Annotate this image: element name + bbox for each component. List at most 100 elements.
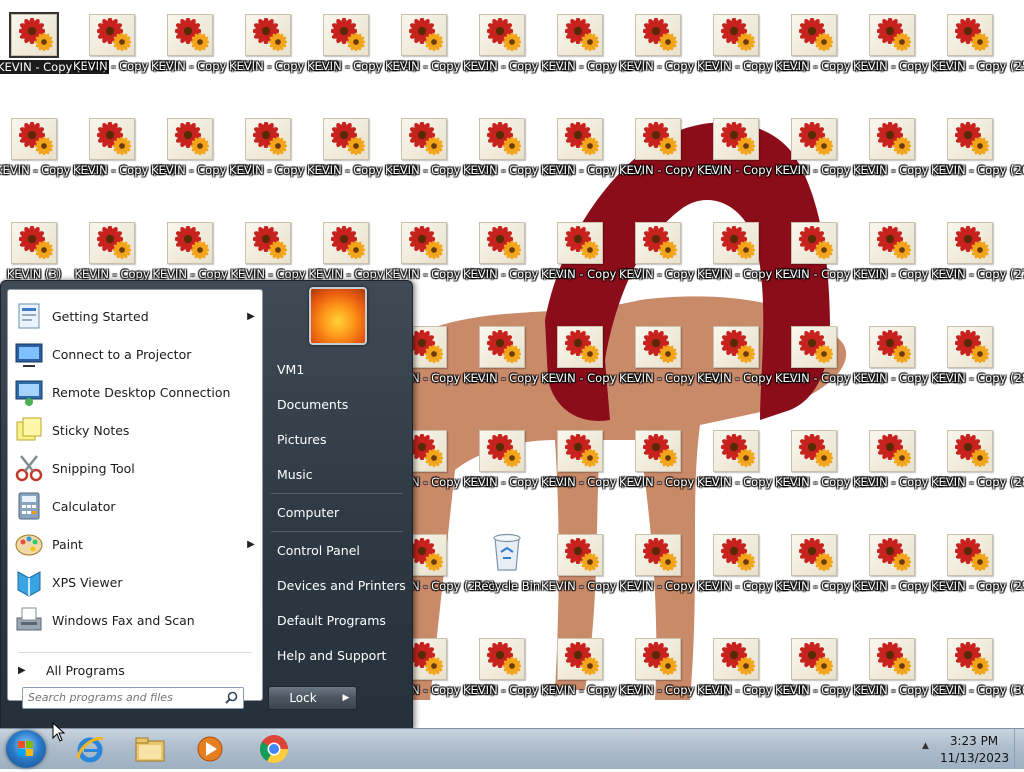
desktop-icon[interactable]: KEVIN - Copy (304) xyxy=(0,12,109,110)
desktop-icon[interactable]: KEVIN - Copy (168) xyxy=(775,118,885,214)
start-menu-link[interactable]: Help and Support xyxy=(268,642,413,670)
submenu-arrow-icon[interactable]: ▶ xyxy=(244,539,258,550)
show-hidden-icons-button[interactable]: ▲ xyxy=(922,741,929,751)
desktop-icon[interactable]: KEVIN - Copy (280) xyxy=(931,326,1024,422)
taskbar-file-explorer[interactable] xyxy=(124,731,176,767)
desktop-icon[interactable]: KEVIN - Copy (294) xyxy=(931,534,1024,630)
desktop-icon[interactable]: KEVIN - Copy (223) xyxy=(385,14,495,110)
desktop-icon[interactable]: KEVIN - Copy (175) xyxy=(775,222,885,318)
desktop-icon[interactable]: KEVIN - Copy (154) xyxy=(697,638,807,728)
start-menu-link[interactable]: VM1 xyxy=(268,356,413,384)
desktop-icon[interactable]: KEVIN - Copy (14) xyxy=(541,14,644,110)
submenu-arrow-icon[interactable]: ▶ xyxy=(244,311,258,322)
desktop-icon[interactable]: KEVIN - Copy (147) xyxy=(697,534,807,630)
desktop-icon[interactable]: KEVIN - Copy (133) xyxy=(697,326,807,422)
paint-palette-icon xyxy=(12,527,46,561)
desktop-icon[interactable]: KEVIN - Copy (259) xyxy=(931,14,1024,110)
desktop-icon[interactable]: KEVIN - Copy (273) xyxy=(931,222,1024,318)
taskbar-chrome[interactable] xyxy=(248,731,300,767)
start-menu-program[interactable]: Sticky Notes xyxy=(12,412,258,448)
desktop-icon[interactable]: KEVIN - Copy (34) xyxy=(73,118,176,214)
desktop-icon[interactable]: KEVIN - Copy (287) xyxy=(931,430,1024,526)
desktop-icon[interactable]: KEVIN - Copy (70) xyxy=(619,118,722,214)
desktop-icon[interactable]: KEVIN - Copy (210) xyxy=(853,14,963,110)
desktop-icon[interactable]: KEVIN - Copy (27) xyxy=(73,14,176,110)
remote-desktop-icon xyxy=(12,375,46,409)
sticky-notes-icon xyxy=(12,413,46,447)
clock-time[interactable]: 3:23 PM xyxy=(944,734,1004,748)
start-menu-program[interactable]: Paint ▶ xyxy=(12,526,258,562)
desktop-icon[interactable]: KEVIN - Copy (84) xyxy=(619,326,722,422)
desktop-icon[interactable]: KEVIN - Copy (98) xyxy=(619,534,722,630)
all-programs-button[interactable]: ▶ All Programs xyxy=(18,658,254,682)
desktop-icon[interactable]: KEVIN - Copy (126) xyxy=(697,222,807,318)
desktop-icon[interactable]: KEVIN - Copy (77) xyxy=(619,222,722,318)
desktop-icon[interactable]: KEVIN - Copy (56) xyxy=(541,638,644,728)
desktop-icon[interactable]: KEVIN - Copy (182) xyxy=(775,326,885,422)
search-input[interactable] xyxy=(28,690,213,705)
start-menu-program[interactable]: XPS Viewer xyxy=(12,564,258,600)
desktop-icon[interactable]: KEVIN - Copy (140) xyxy=(697,430,807,526)
desktop-icon[interactable]: KEVIN - Copy (272) xyxy=(463,14,573,110)
desktop-icon[interactable]: KEVIN - Copy (293) xyxy=(463,326,573,422)
desktop-icon[interactable]: KEVIN - Copy (224) xyxy=(853,222,963,318)
desktop-icon[interactable]: KEVIN - Copy (28) xyxy=(541,222,644,318)
recycle-bin[interactable]: Recycle Bin xyxy=(467,528,547,598)
start-menu-link[interactable]: Documents xyxy=(268,391,413,419)
desktop-icon[interactable]: KEVIN - Copy (181) xyxy=(307,118,417,214)
desktop-icon[interactable]: KEVIN - Copy (189) xyxy=(775,430,885,526)
taskbar-media-player[interactable] xyxy=(184,731,236,767)
desktop-icon[interactable]: KEVIN - Copy (119) xyxy=(697,118,807,214)
desktop-icon[interactable]: KEVIN - Copy (196) xyxy=(775,534,885,630)
start-menu-program[interactable]: Windows Fax and Scan xyxy=(12,602,258,638)
desktop-icon[interactable]: KEVIN - Copy (279) xyxy=(463,118,573,214)
user-picture[interactable] xyxy=(309,287,367,345)
desktop-icon[interactable]: KEVIN - Copy (266) xyxy=(931,118,1024,214)
start-menu-program[interactable]: Connect to a Projector xyxy=(12,336,258,372)
taskbar-internet-explorer[interactable] xyxy=(64,731,116,767)
desktop-icon[interactable]: KEVIN - Copy (286) xyxy=(463,222,573,318)
desktop-icon[interactable]: KEVIN - Copy (245) xyxy=(853,534,963,630)
start-menu-link[interactable]: Music xyxy=(268,461,413,489)
start-menu-program[interactable]: Remote Desktop Connection xyxy=(12,374,258,410)
desktop-icon[interactable]: KEVIN - Copy (174) xyxy=(307,14,417,110)
desktop-icon[interactable]: KEVIN - Copy (42) xyxy=(541,430,644,526)
desktop-icon[interactable]: KEVIN - Copy (252) xyxy=(853,638,963,728)
search-box[interactable] xyxy=(22,687,244,709)
desktop-icon[interactable]: KEVIN - Copy (203) xyxy=(775,638,885,728)
start-menu-link[interactable]: Control Panel xyxy=(268,537,413,565)
desktop-icon[interactable]: KEVIN - Copy (49) xyxy=(541,534,644,630)
desktop-icon[interactable]: KEVIN - Copy (217) xyxy=(853,118,963,214)
start-menu-link[interactable]: Computer xyxy=(268,499,413,527)
desktop-icon[interactable]: KEVIN - Copy (105) xyxy=(619,638,729,728)
desktop-icon[interactable]: KEVIN - Copy (132) xyxy=(229,118,339,214)
desktop-icon[interactable]: KEVIN - Copy (21) xyxy=(541,118,644,214)
desktop-icon[interactable]: KEVIN - Copy (112) xyxy=(697,14,807,110)
start-menu-link[interactable]: Pictures xyxy=(268,426,413,454)
desktop-icon[interactable]: KEVIN - Copy (231) xyxy=(853,326,963,422)
start-menu-program[interactable]: Getting Started ▶ xyxy=(12,298,258,334)
desktop-icon[interactable]: KEVIN - Copy (83) xyxy=(151,118,254,214)
desktop-icon[interactable]: KEVIN - Copy (7) xyxy=(463,638,558,728)
start-menu-link[interactable]: Default Programs xyxy=(268,607,413,635)
start-menu-link[interactable]: Devices and Printers xyxy=(268,572,413,600)
start-menu-program[interactable]: Snipping Tool xyxy=(12,450,258,486)
desktop-icon[interactable]: KEVIN - Copy (230) xyxy=(385,118,495,214)
shutdown-options-button[interactable]: ▶ xyxy=(336,686,357,710)
show-desktop-button[interactable] xyxy=(1014,729,1024,769)
desktop-icon[interactable]: KEVIN - Copy (125) xyxy=(229,14,339,110)
clock-date[interactable]: 11/13/2023 xyxy=(940,751,1009,765)
desktop-icon[interactable]: KEVIN - Copy (300) xyxy=(463,430,573,526)
lock-button[interactable]: Lock xyxy=(268,686,338,710)
desktop-icon[interactable]: KEVIN - Copy (301) xyxy=(931,638,1024,728)
desktop-icon[interactable]: KEVIN - Copy (161) xyxy=(775,14,885,110)
desktop-icon[interactable]: KEVIN - Copy (35) xyxy=(541,326,644,422)
desktop-icon[interactable]: KEVIN - Copy (238) xyxy=(853,430,963,526)
start-button[interactable] xyxy=(6,730,46,768)
desktop-icon[interactable]: KEVIN - Copy (299) xyxy=(0,118,105,214)
desktop-icon[interactable]: KEVIN - Copy (76) xyxy=(151,14,254,110)
desktop-icon[interactable]: KEVIN - Copy (91) xyxy=(619,430,722,526)
program-label: Windows Fax and Scan xyxy=(52,612,195,628)
start-menu-program[interactable]: Calculator xyxy=(12,488,258,524)
desktop-icon[interactable]: KEVIN - Copy (63) xyxy=(619,14,722,110)
